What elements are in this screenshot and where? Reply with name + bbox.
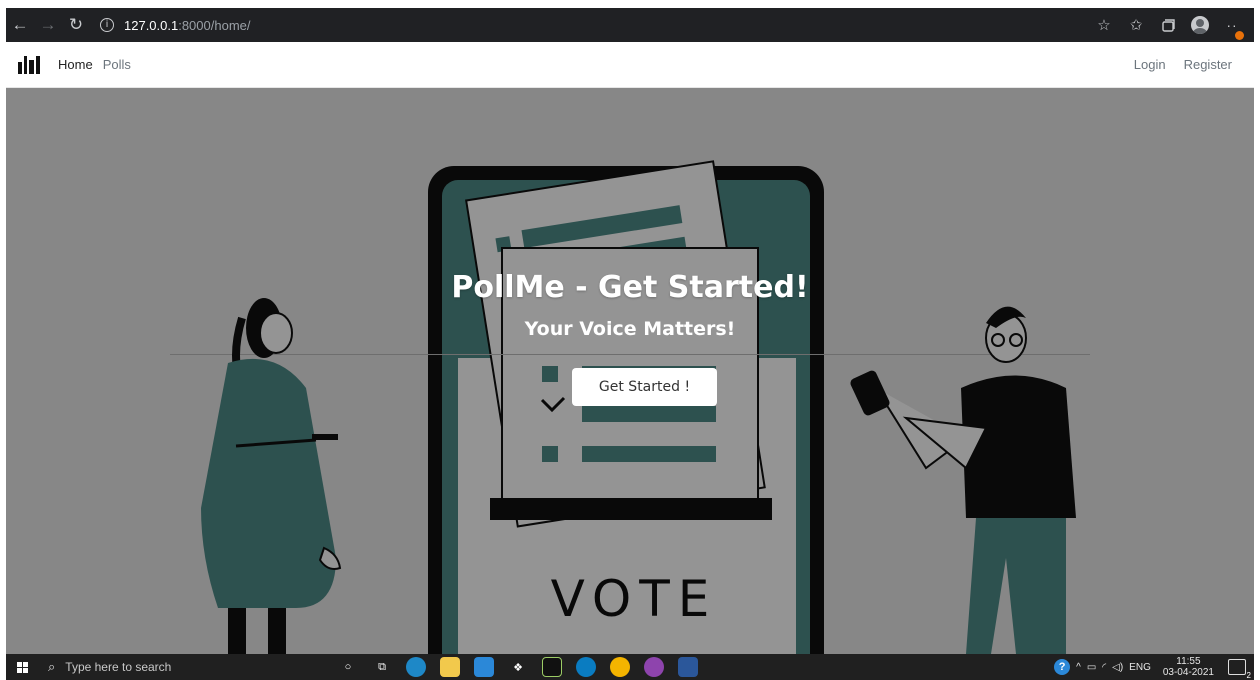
mail-icon[interactable] (474, 657, 494, 677)
hero-section: VOTE PollMe - Get Started! Your Voice Ma… (6, 88, 1254, 654)
help-icon[interactable]: ? (1054, 659, 1071, 675)
back-icon[interactable]: ← (6, 11, 34, 39)
forward-icon[interactable]: → (34, 11, 62, 39)
screen: ← → ↻ i 127.0.0.1:8000/home/ ☆ ✩ ·· Home… (0, 0, 1260, 680)
clock[interactable]: 11:55 03-04-2021 (1163, 656, 1214, 678)
edge-icon[interactable] (406, 657, 426, 677)
chevron-up-icon[interactable]: ^ (1076, 662, 1081, 673)
word-icon[interactable] (678, 657, 698, 677)
windows-taskbar: ⌕ Type here to search ○ ⧉ ❖ ? ^ ▭ ◜ ◁) E… (6, 654, 1254, 680)
address-bar[interactable]: i 127.0.0.1:8000/home/ (100, 12, 251, 38)
star-icon[interactable]: ☆ (1090, 11, 1118, 39)
windows-icon[interactable] (6, 654, 38, 680)
search-placeholder: Type here to search (65, 660, 172, 674)
taskbar-search-input[interactable]: ⌕ Type here to search (38, 654, 338, 680)
hero-title: PollMe - Get Started! (451, 270, 809, 305)
clock-date: 03-04-2021 (1162, 667, 1214, 678)
dropbox-icon[interactable]: ❖ (508, 657, 528, 677)
system-tray: ? ^ ▭ ◜ ◁) ENG 11:55 03-04-2021 (1054, 656, 1254, 680)
info-icon[interactable]: i (100, 18, 114, 32)
profile-icon[interactable] (1186, 11, 1214, 39)
volume-icon[interactable]: ◁) (1112, 662, 1123, 673)
edge-dev-icon[interactable] (576, 657, 596, 677)
notification-icon[interactable] (1228, 659, 1251, 680)
brand-logo-icon[interactable] (18, 55, 40, 74)
language-indicator[interactable]: ENG (1129, 662, 1151, 673)
task-view-icon[interactable]: ⧉ (372, 657, 392, 677)
taskbar-apps: ○ ⧉ ❖ (338, 657, 698, 677)
nav-register-link[interactable]: Register (1184, 57, 1232, 72)
reload-icon[interactable]: ↻ (62, 11, 90, 39)
collections-icon[interactable] (1154, 11, 1182, 39)
clock-time: 11:55 (1176, 656, 1201, 667)
github-icon[interactable] (644, 657, 664, 677)
pycharm-icon[interactable] (542, 657, 562, 677)
browser-actions: ☆ ✩ ·· (1090, 11, 1254, 40)
battery-icon[interactable]: ▭ (1087, 662, 1096, 673)
cortana-icon[interactable]: ○ (338, 657, 358, 677)
more-icon[interactable]: ·· (1218, 11, 1246, 40)
address-path: :8000/home/ (178, 17, 251, 33)
chrome-icon[interactable] (610, 657, 630, 677)
explorer-icon[interactable] (440, 657, 460, 677)
search-icon: ⌕ (48, 659, 56, 674)
site-navbar: Home Polls Login Register (6, 42, 1254, 88)
address-host: 127.0.0.1 (124, 17, 179, 33)
nav-login-link[interactable]: Login (1134, 57, 1166, 72)
hero-subtitle: Your Voice Matters! (524, 318, 736, 340)
wifi-icon[interactable]: ◜ (1102, 662, 1106, 673)
get-started-button[interactable]: Get Started ! (572, 368, 717, 406)
favorites-icon[interactable]: ✩ (1122, 11, 1150, 39)
hero-content: PollMe - Get Started! Your Voice Matters… (6, 88, 1254, 654)
nav-home-link[interactable]: Home (58, 57, 93, 72)
nav-polls-link[interactable]: Polls (103, 57, 131, 72)
browser-toolbar: ← → ↻ i 127.0.0.1:8000/home/ ☆ ✩ ·· (6, 8, 1254, 42)
